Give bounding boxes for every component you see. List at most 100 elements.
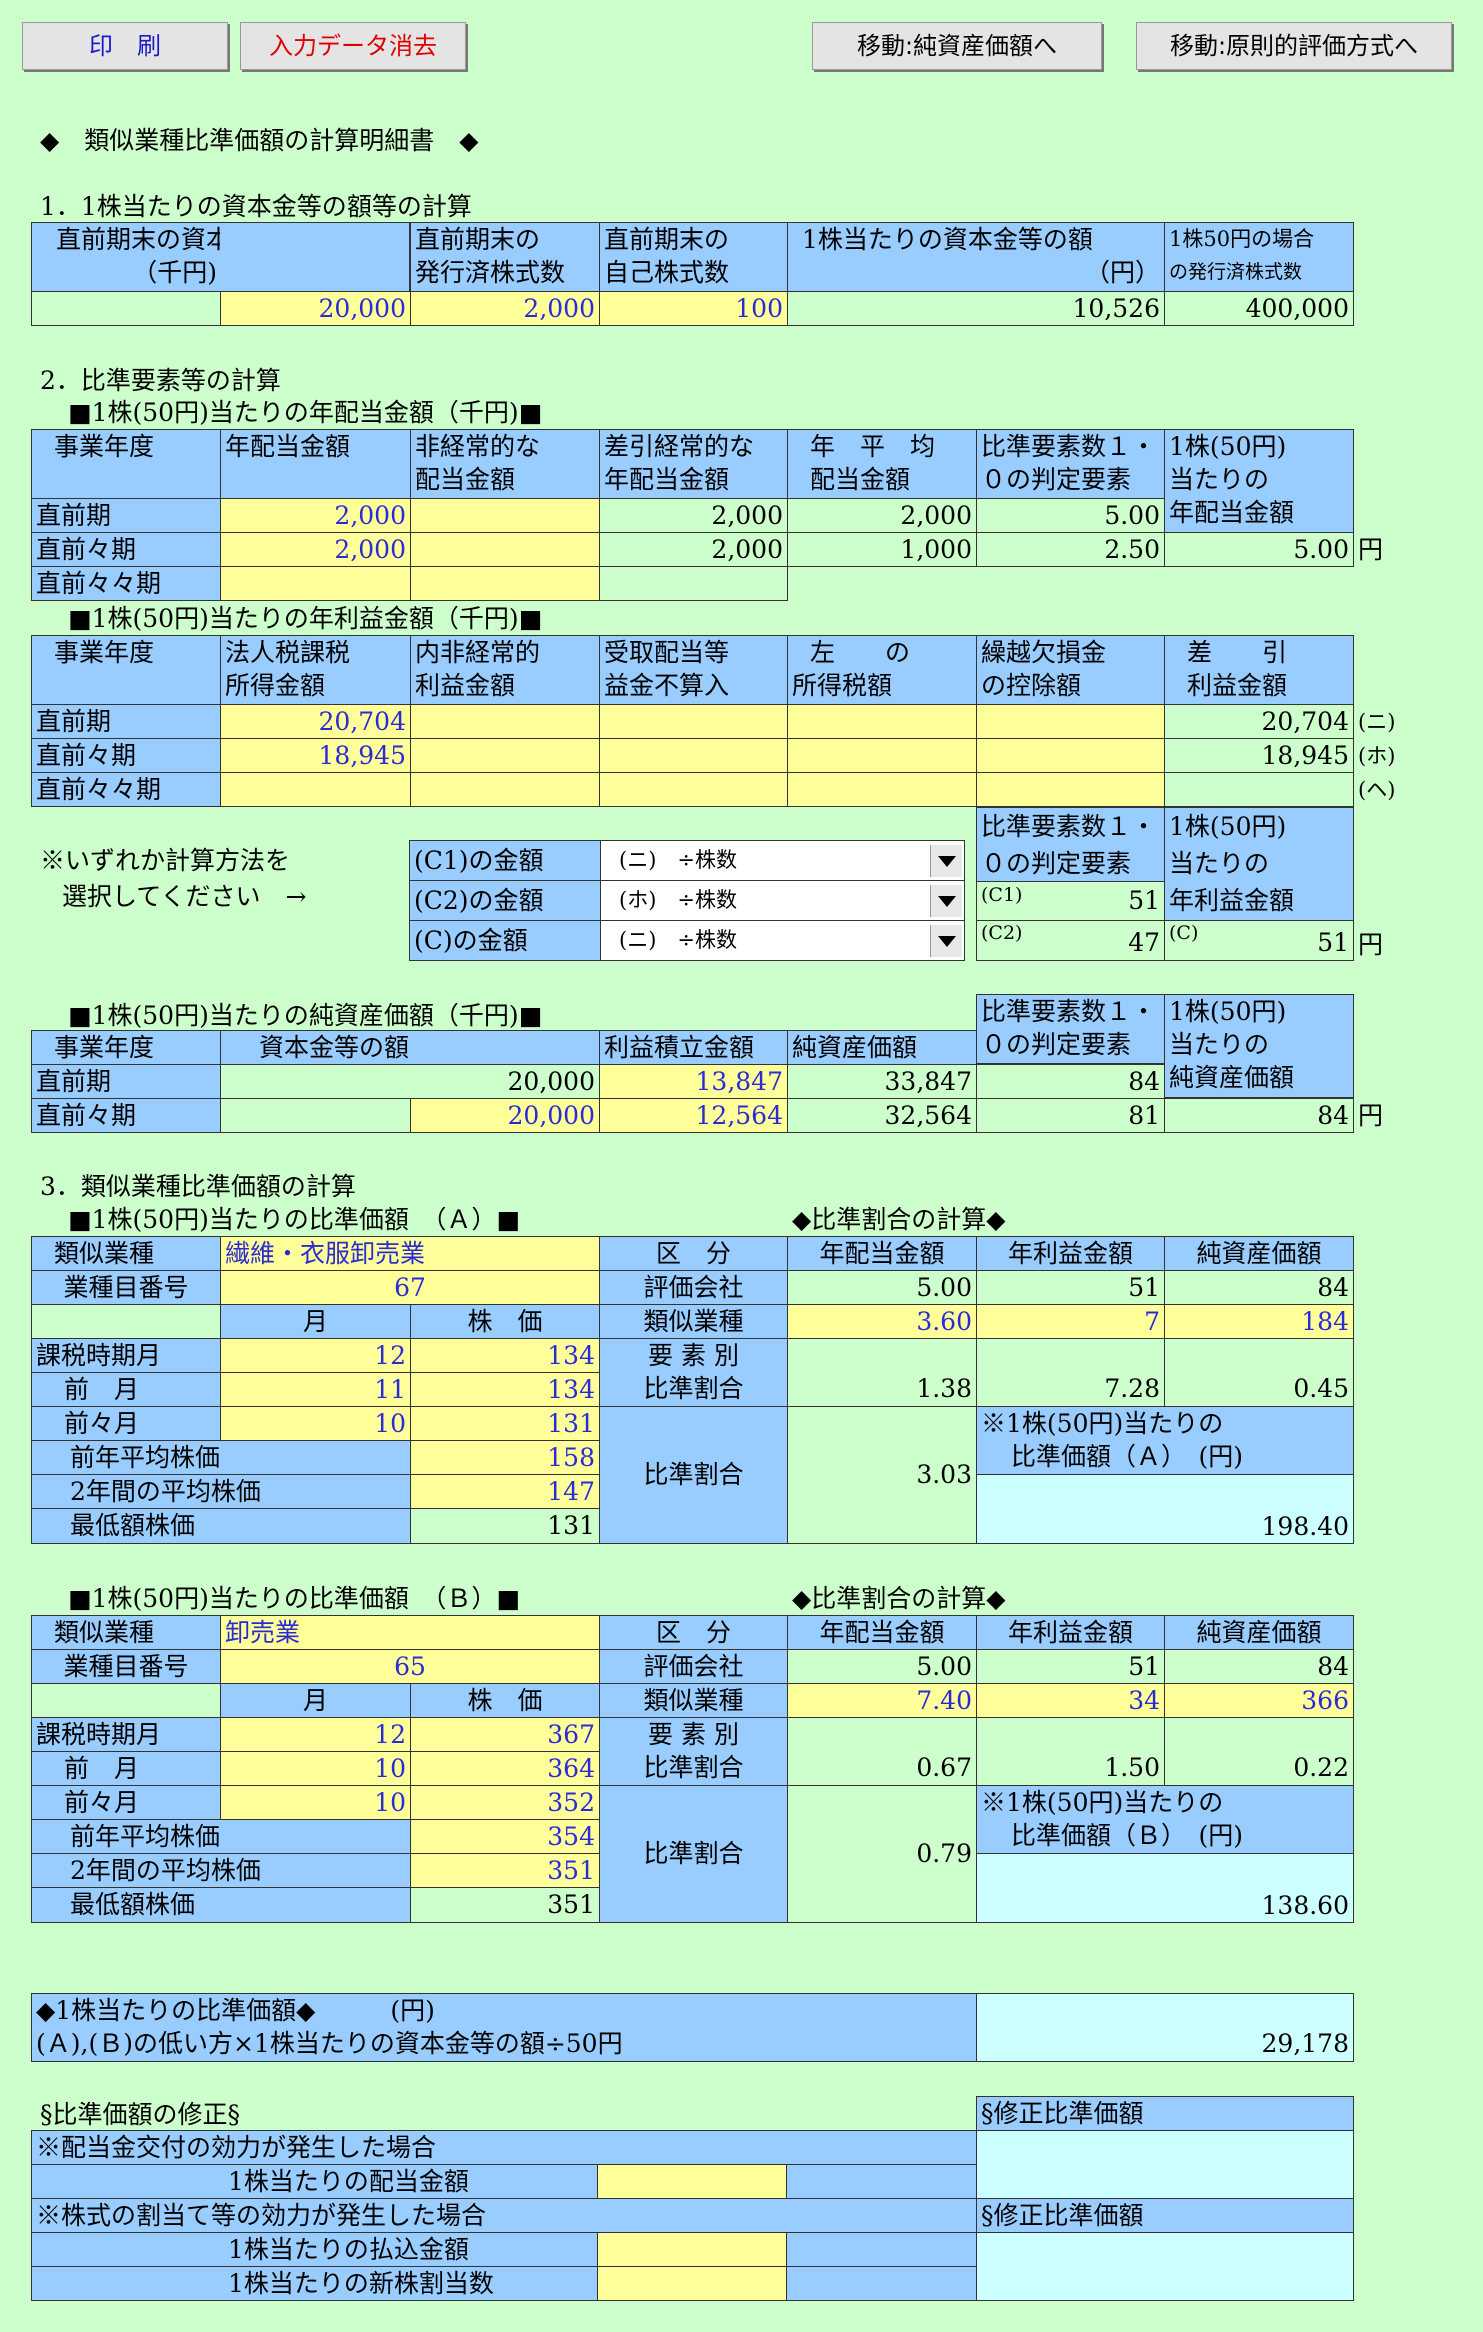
net-ten: 81 (976, 1098, 1165, 1133)
inc-h-lt: 左 の所得税額 (787, 635, 977, 705)
net-ret-input[interactable]: 13,847 (599, 1064, 788, 1099)
inc-rcv-input[interactable] (599, 772, 788, 807)
chevron-down-icon[interactable] (930, 845, 962, 877)
select-c[interactable]: (ニ) ÷株数 (600, 920, 965, 961)
b-h-inc: 年利益金額 (976, 1615, 1165, 1650)
a-code-input[interactable]: 67 (220, 1270, 600, 1305)
inc-lt-input[interactable] (787, 704, 977, 739)
inc-net: 20,704 (1164, 704, 1354, 739)
b-prev-input[interactable]: 354 (410, 1819, 600, 1854)
inc-tax-input[interactable]: 20,704 (220, 704, 411, 739)
b-month-input[interactable]: 10 (220, 1751, 411, 1786)
b-min-value: 351 (410, 1887, 600, 1923)
s1-issued-input[interactable]: 2,000 (410, 291, 600, 326)
inc-row-label: 直前々々期 (31, 772, 221, 807)
mod-value-2 (976, 2232, 1354, 2301)
b-month-input[interactable]: 12 (220, 1717, 411, 1752)
chevron-down-icon[interactable] (930, 925, 962, 957)
a-price-input[interactable]: 134 (410, 1338, 600, 1373)
s1-treasury-input[interactable]: 100 (599, 291, 788, 326)
inc-mark: (ホ) (1358, 744, 1396, 768)
select-value: (ホ) ÷株数 (619, 888, 737, 912)
a-ratio-label: 比準割合 (599, 1406, 788, 1544)
print-button[interactable]: 印 刷 (22, 22, 228, 70)
inc-h-ext: 内非経常的 利益金額 (410, 635, 600, 705)
label: 資本金等の額 (259, 1033, 410, 1062)
a-el-inc: 7.28 (976, 1338, 1165, 1407)
b-industry-input[interactable]: 卸売業 (220, 1615, 600, 1650)
a-el-div: 1.38 (787, 1338, 977, 1407)
inc-c2-value: (C2) 47 (976, 920, 1165, 961)
a-month-input[interactable]: 10 (220, 1406, 411, 1441)
net-ret-input[interactable]: 12,564 (599, 1098, 788, 1133)
label: 比準割合 (643, 1374, 744, 1403)
goto-net-asset-button[interactable]: 移動:純資産価額へ (812, 22, 1102, 70)
inc-tax-input[interactable]: 18,945 (220, 738, 411, 773)
a-prev-input[interactable]: 158 (410, 1440, 600, 1475)
inc-rcv-input[interactable] (599, 704, 788, 739)
inc-ext-input[interactable] (410, 772, 600, 807)
inc-tax-input[interactable] (220, 772, 411, 807)
b-price-input[interactable]: 352 (410, 1785, 600, 1820)
inc-lt-input[interactable] (787, 772, 977, 807)
b-price-input[interactable]: 364 (410, 1751, 600, 1786)
mod-div-input[interactable] (597, 2164, 787, 2199)
inc-ext-input[interactable] (410, 704, 600, 739)
select-c2[interactable]: (ホ) ÷株数 (600, 880, 965, 921)
inc-loss-input[interactable] (976, 738, 1165, 773)
b-code-input[interactable]: 65 (220, 1649, 600, 1684)
a-h-inc: 年利益金額 (976, 1236, 1165, 1271)
clear-input-button[interactable]: 入力データ消去 (240, 22, 466, 70)
b-two-input[interactable]: 351 (410, 1853, 600, 1888)
a-sim-div-input[interactable]: 3.60 (787, 1304, 977, 1339)
div-diff: 2,000 (599, 532, 788, 567)
inc-lt-input[interactable] (787, 738, 977, 773)
div-ext-input[interactable] (410, 566, 600, 601)
inc-rcv-input[interactable] (599, 738, 788, 773)
a-price-input[interactable]: 134 (410, 1372, 600, 1407)
page-title: ◆ 類似業種比準価額の計算明細書 ◆ (40, 126, 479, 155)
label: 当たりの (1169, 465, 1270, 494)
chevron-down-icon[interactable] (930, 885, 962, 917)
inc-loss-input[interactable] (976, 704, 1165, 739)
div-input[interactable]: 2,000 (220, 498, 411, 533)
div-ext-input[interactable] (410, 498, 600, 533)
div-input[interactable]: 2,000 (220, 532, 411, 567)
b-price-input[interactable]: 367 (410, 1717, 600, 1752)
a-sim-label: 類似業種 (599, 1304, 788, 1339)
mod-pay-input[interactable] (597, 2232, 787, 2267)
inc-ext-input[interactable] (410, 738, 600, 773)
net-cap-input[interactable]: 20,000 (410, 1098, 600, 1133)
label: 前々月 (64, 1788, 140, 1817)
label: 前 月 (64, 1754, 140, 1783)
div-subheading: ■1株(50円)当たりの年配当金額（千円)■ (68, 398, 543, 427)
a-sim-inc-input[interactable]: 7 (976, 1304, 1165, 1339)
b-ratio-value: 0.79 (787, 1785, 977, 1923)
select-c1[interactable]: (ニ) ÷株数 (600, 840, 965, 881)
a-sim-net-input[interactable]: 184 (1164, 1304, 1354, 1339)
b-sim-net-input[interactable]: 366 (1164, 1683, 1354, 1718)
b-h-price: 株 価 (410, 1683, 600, 1718)
label: 純資産価額 (1169, 1063, 1295, 1092)
s1-capital-input[interactable]: 20,000 (220, 291, 411, 326)
div-ext-input[interactable] (410, 532, 600, 567)
inc-loss-input[interactable] (976, 772, 1165, 807)
div-unit: 円 (1358, 535, 1384, 564)
b-month-input[interactable]: 10 (220, 1785, 411, 1820)
a-price-input[interactable]: 131 (410, 1406, 600, 1441)
div-avg: 1,000 (787, 532, 977, 567)
label: 内非経常的 (415, 638, 541, 667)
a-industry-input[interactable]: 繊維・衣服卸売業 (220, 1236, 600, 1271)
a-month-input[interactable]: 12 (220, 1338, 411, 1373)
div-input[interactable] (220, 566, 411, 601)
mod-new-input[interactable] (597, 2266, 787, 2301)
a-month-input[interactable]: 11 (220, 1372, 411, 1407)
a-two-input[interactable]: 147 (410, 1474, 600, 1509)
goto-principle-button[interactable]: 移動:原則的評価方式へ (1136, 22, 1452, 70)
b-h-cls: 区 分 (599, 1615, 788, 1650)
section3-heading: 3．類似業種比準価額の計算 (40, 1172, 356, 1201)
b-sim-div-input[interactable]: 7.40 (787, 1683, 977, 1718)
label: 比準価額（Ａ） (円) (1011, 1442, 1244, 1471)
b-sim-inc-input[interactable]: 34 (976, 1683, 1165, 1718)
net-h-ret: 利益積立金額 (599, 1030, 788, 1065)
